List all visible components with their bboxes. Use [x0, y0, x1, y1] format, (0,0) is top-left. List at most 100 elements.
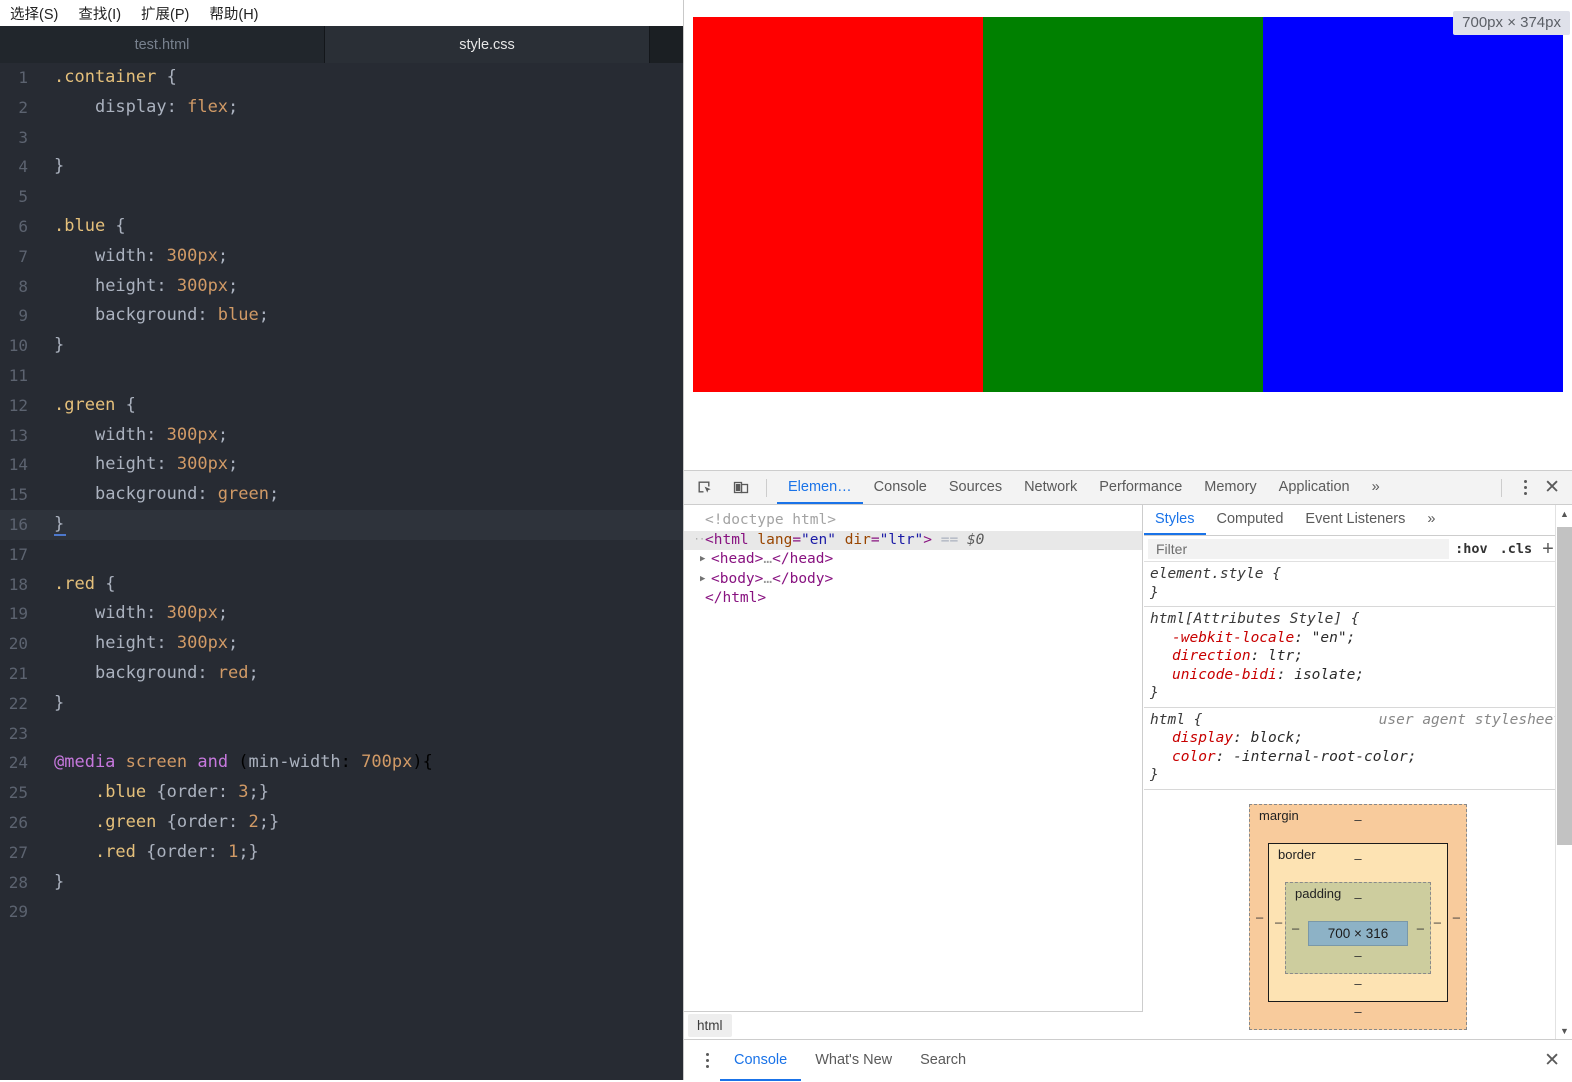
box-model-margin[interactable]: margin ‒ ‒ ‒ border ‒ ‒ ‒ padding ‒ ‒ ‒ … — [1249, 803, 1467, 1030]
style-rule-1[interactable]: html[Attributes Style] { -webkit-locale: … — [1144, 607, 1572, 708]
code-line-18[interactable]: 18 .red { — [0, 570, 683, 600]
dom-node-0[interactable]: <!doctype html> — [684, 511, 1142, 531]
style-declaration-2-0[interactable]: display: block; — [1150, 729, 1572, 748]
editor-tab-style-css[interactable]: style.css — [325, 26, 650, 63]
styles-tab-styles[interactable]: Styles — [1144, 505, 1206, 535]
code-line-14[interactable]: 14 height: 300px; — [0, 450, 683, 480]
styles-scrollbar[interactable]: ▲ ▼ — [1555, 505, 1572, 1039]
disclosure-triangle-icon[interactable]: ▶ — [700, 550, 711, 570]
code-line-21[interactable]: 21 background: red; — [0, 659, 683, 689]
margin-right-value[interactable]: ‒ — [1453, 909, 1460, 924]
style-declaration-1-2[interactable]: unicode-bidi: isolate; — [1150, 666, 1572, 685]
code-line-6[interactable]: 6 .blue { — [0, 212, 683, 242]
style-rule-close-0: } — [1150, 584, 1159, 601]
drawer-close-icon[interactable]: ✕ — [1544, 1051, 1572, 1071]
node-indent-spacer — [694, 511, 705, 531]
styles-filter-input[interactable] — [1148, 538, 1450, 559]
devtools-tab-application[interactable]: Application — [1268, 471, 1361, 504]
style-declaration-1-1[interactable]: direction: ltr; — [1150, 647, 1572, 666]
margin-left-value[interactable]: ‒ — [1256, 909, 1263, 924]
editor-tab-test-html[interactable]: test.html — [0, 26, 325, 63]
styles-tab-eventlisteners[interactable]: Event Listeners — [1294, 505, 1416, 535]
menu-item-0[interactable]: 选择(S) — [0, 1, 68, 26]
code-line-28[interactable]: 28} — [0, 868, 683, 898]
styles-scrollbar-thumb[interactable] — [1557, 527, 1572, 845]
padding-right-value[interactable]: ‒ — [1417, 920, 1424, 935]
style-rule-0[interactable]: element.style {} — [1144, 562, 1572, 607]
border-bottom-value[interactable]: ‒ — [1269, 976, 1447, 991]
devtools-tab-performance[interactable]: Performance — [1088, 471, 1193, 504]
padding-left-value[interactable]: ‒ — [1292, 920, 1299, 935]
dom-node-1[interactable]: ·· < html lang = "en" dir = "ltr" > == $0 — [684, 530, 1142, 550]
style-rule-selector-0[interactable]: element.style { — [1150, 566, 1281, 582]
code-line-5[interactable]: 5 — [0, 182, 683, 212]
box-model-content-size[interactable]: 700 × 316 — [1308, 920, 1408, 946]
code-line-13[interactable]: 13 width: 300px; — [0, 421, 683, 451]
code-line-27[interactable]: 27 .red {order: 1;} — [0, 838, 683, 868]
menu-item-3[interactable]: 帮助(H) — [199, 1, 268, 26]
style-rule-selector-2[interactable]: html { — [1150, 712, 1202, 728]
code-line-2[interactable]: 2 display: flex; — [0, 93, 683, 123]
inspect-element-icon[interactable] — [690, 475, 720, 501]
toggle-hov-button[interactable]: :hov — [1449, 541, 1494, 557]
code-line-4[interactable]: 4} — [0, 152, 683, 182]
toggle-cls-button[interactable]: .cls — [1494, 541, 1539, 557]
drawer-tab-whatsnew[interactable]: What's New — [801, 1041, 906, 1081]
disclosure-triangle-icon[interactable]: ▶ — [700, 570, 711, 590]
padding-bottom-value[interactable]: ‒ — [1286, 948, 1430, 963]
box-model-padding[interactable]: padding ‒ ‒ ‒ 700 × 316 ‒ — [1285, 881, 1431, 974]
device-toolbar-icon[interactable] — [726, 475, 756, 501]
code-line-11[interactable]: 11 — [0, 361, 683, 391]
style-declaration-1-0[interactable]: -webkit-locale: "en"; — [1150, 629, 1572, 648]
margin-bottom-value[interactable]: ‒ — [1250, 1004, 1466, 1019]
menu-item-2[interactable]: 扩展(P) — [131, 1, 199, 26]
code-line-26[interactable]: 26 .green {order: 2;} — [0, 808, 683, 838]
code-line-9[interactable]: 9 background: blue; — [0, 301, 683, 331]
code-line-25[interactable]: 25 .blue {order: 3;} — [0, 778, 683, 808]
devtools-more-options-icon[interactable] — [1512, 475, 1538, 501]
code-line-16[interactable]: 16} — [0, 509, 683, 540]
code-line-3[interactable]: 3 — [0, 123, 683, 153]
devtools-close-icon[interactable]: ✕ — [1538, 478, 1572, 498]
code-line-23[interactable]: 23 — [0, 719, 683, 749]
devtools-more-tabs-icon[interactable]: » — [1361, 471, 1391, 504]
drawer-tab-console[interactable]: Console — [720, 1041, 802, 1081]
devtools-tab-elemen[interactable]: Elemen… — [777, 471, 863, 504]
code-line-10[interactable]: 10} — [0, 331, 683, 361]
dom-tree-pane[interactable]: <!doctype html> ·· < html lang = "en" dir = "lt… — [684, 505, 1143, 1011]
code-line-20[interactable]: 20 height: 300px; — [0, 629, 683, 659]
styles-more-tabs-icon[interactable]: » — [1416, 505, 1446, 535]
code-line-15[interactable]: 15 background: green; — [0, 480, 683, 510]
devtools-tab-network[interactable]: Network — [1013, 471, 1088, 504]
code-text-6: .blue { — [54, 215, 126, 236]
scroll-down-arrow-icon[interactable]: ▼ — [1556, 1022, 1572, 1039]
dom-node-2[interactable]: ▶ < head >… </head > — [684, 550, 1142, 570]
code-line-12[interactable]: 12 .green { — [0, 391, 683, 421]
border-left-value[interactable]: ‒ — [1275, 915, 1282, 930]
style-rule-selector-1[interactable]: html[Attributes Style] { — [1150, 611, 1360, 627]
drawer-menu-icon[interactable] — [694, 1048, 720, 1074]
code-line-19[interactable]: 19 width: 300px; — [0, 599, 683, 629]
dom-node-4[interactable]: </html > — [684, 589, 1142, 609]
drawer-tab-search[interactable]: Search — [906, 1041, 980, 1081]
code-area[interactable]: 1 .container {2 display: flex; 3 4} 5 6 .blue … — [0, 63, 683, 1080]
border-right-value[interactable]: ‒ — [1434, 915, 1441, 930]
box-model-border[interactable]: border ‒ ‒ ‒ padding ‒ ‒ ‒ 700 × 316 ‒ ‒ — [1268, 842, 1448, 1002]
dom-node-3[interactable]: ▶ < body >… </body > — [684, 570, 1142, 590]
code-line-22[interactable]: 22} — [0, 689, 683, 719]
code-line-17[interactable]: 17 — [0, 540, 683, 570]
breadcrumb-item-html[interactable]: html — [688, 1014, 732, 1037]
style-rule-2[interactable]: user agent stylesheet html {display: bloc… — [1144, 708, 1572, 790]
devtools-tab-memory[interactable]: Memory — [1193, 471, 1267, 504]
menu-item-1[interactable]: 查找(I) — [68, 1, 131, 26]
code-line-7[interactable]: 7 width: 300px; — [0, 242, 683, 272]
styles-tab-computed[interactable]: Computed — [1206, 505, 1295, 535]
code-line-24[interactable]: 24 @media screen and (min-width: 700px){ — [0, 748, 683, 778]
code-line-8[interactable]: 8 height: 300px; — [0, 272, 683, 302]
style-declaration-2-1[interactable]: color: -internal-root-color; — [1150, 748, 1572, 767]
code-line-1[interactable]: 1 .container { — [0, 63, 683, 93]
code-line-29[interactable]: 29 — [0, 897, 683, 927]
scroll-up-arrow-icon[interactable]: ▲ — [1556, 505, 1572, 522]
devtools-tab-sources[interactable]: Sources — [938, 471, 1013, 504]
devtools-tab-console[interactable]: Console — [863, 471, 938, 504]
